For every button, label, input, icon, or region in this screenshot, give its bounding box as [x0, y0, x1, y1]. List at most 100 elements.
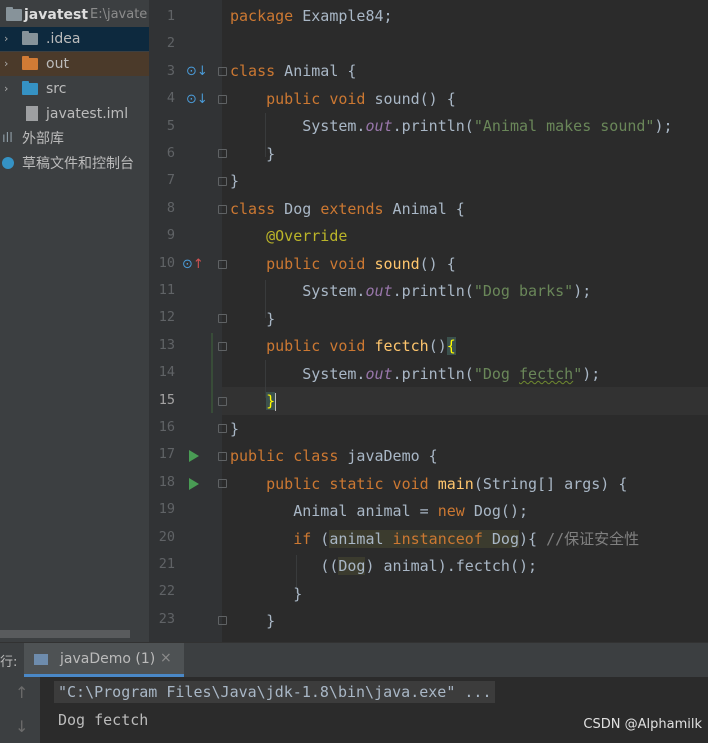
tree-item-scratches[interactable]: 草稿文件和控制台: [0, 152, 149, 176]
tree-item-label: javatest.iml: [46, 106, 129, 122]
line-number: 1: [166, 8, 175, 24]
code-line: class Dog extends Animal {: [230, 200, 465, 218]
chevron-right-icon[interactable]: ›: [4, 77, 14, 101]
instanceof-highlight: animal instanceof Dog: [329, 530, 519, 548]
folder-icon: [6, 7, 22, 21]
console-icon: [34, 654, 48, 665]
tree-item-external-libs[interactable]: ıll 外部库: [0, 127, 149, 151]
overriding-method-icon[interactable]: ⊙↑: [182, 257, 204, 272]
code-line: }: [266, 612, 276, 630]
overridden-method-icon[interactable]: ⊙↓: [186, 92, 208, 107]
file-icon: [26, 106, 38, 121]
code-line: public void fectch(){: [266, 337, 456, 355]
fold-icon[interactable]: [218, 479, 227, 488]
line-number: 12: [158, 309, 175, 326]
line-number: 19: [158, 501, 175, 518]
code-line: public class javaDemo {: [230, 447, 438, 465]
console-output[interactable]: "C:\Program Files\Java\jdk-1.8\bin\java.…: [40, 677, 708, 743]
fold-icon[interactable]: [218, 314, 227, 323]
run-main-icon[interactable]: [189, 478, 199, 490]
line-number: 15: [158, 391, 175, 408]
folder-icon: [22, 81, 38, 95]
fold-icon[interactable]: [218, 342, 227, 351]
tab-javademo[interactable]: javaDemo (1) ×: [24, 643, 184, 677]
fold-icon[interactable]: [218, 452, 227, 461]
tree-item-label: 草稿文件和控制台: [22, 156, 134, 172]
code-line: ((Dog) animal).fectch();: [320, 557, 538, 575]
code-line: System.out.println("Dog barks");: [302, 282, 592, 300]
fold-icon[interactable]: [218, 177, 227, 186]
fold-icon[interactable]: [218, 616, 227, 625]
code-line: }: [293, 585, 303, 603]
fold-icon[interactable]: [218, 397, 227, 406]
code-line: public void sound() {: [266, 255, 456, 273]
tree-item-label: out: [46, 56, 69, 72]
line-number: 17: [158, 446, 175, 463]
line-number: 18: [158, 473, 175, 490]
library-icon: ıll: [2, 131, 13, 146]
arrow-down-icon[interactable]: ↓: [15, 717, 28, 736]
code-line: }: [266, 145, 276, 163]
fold-icon[interactable]: [218, 149, 227, 158]
run-label: 行:: [0, 655, 18, 670]
code-line: package Example84;: [230, 7, 393, 25]
tree-item-label: 外部库: [22, 131, 64, 147]
line-number: 7: [166, 172, 175, 189]
fold-icon[interactable]: [218, 424, 227, 433]
console-output-line: Dog fectch: [58, 711, 149, 729]
run-panel: 行: javaDemo (1) × ↑ ↓ "C:\Program Files\…: [0, 642, 708, 743]
line-number: 6: [166, 145, 175, 161]
tree-item-label: src: [46, 81, 67, 97]
line-number: 8: [166, 199, 175, 216]
line-number: 16: [158, 419, 175, 435]
fold-icon[interactable]: [218, 260, 227, 269]
horizontal-scrollbar[interactable]: [0, 630, 130, 638]
arrow-up-icon[interactable]: ↑: [15, 683, 28, 702]
watermark: CSDN @Alphamilk: [583, 717, 702, 732]
code-line: }: [266, 310, 276, 328]
fold-icon[interactable]: [218, 67, 227, 76]
code-line: public void sound() {: [266, 90, 456, 108]
fold-icon[interactable]: [218, 205, 227, 214]
code-line: Animal animal = new Dog();: [293, 502, 529, 520]
overridden-method-icon[interactable]: ⊙↓: [186, 64, 208, 79]
text-cursor: [275, 392, 277, 411]
tab-label: javaDemo (1): [60, 651, 156, 667]
tree-item-idea[interactable]: › .idea: [0, 27, 149, 51]
line-number: 9: [166, 227, 175, 244]
folder-icon: [22, 31, 38, 45]
line-number: 21: [158, 556, 175, 572]
tree-item-src[interactable]: › src: [0, 77, 149, 101]
project-tree: ⌄ javatest E:\javate › .idea › out › src…: [0, 0, 149, 642]
line-number: 13: [158, 336, 175, 353]
tree-item-iml[interactable]: javatest.iml: [0, 102, 149, 126]
code-line: public static void main(String[] args) {: [266, 475, 628, 493]
chevron-right-icon[interactable]: ›: [4, 27, 14, 51]
run-tool-bar: 行: javaDemo (1) ×: [0, 643, 708, 677]
project-root[interactable]: ⌄ javatest E:\javate: [0, 3, 149, 27]
code-line: class Animal {: [230, 62, 357, 80]
line-number: 23: [158, 610, 175, 627]
code-line: System.out.println("Animal makes sound")…: [302, 117, 673, 135]
project-path: E:\javate: [90, 7, 148, 22]
line-number: 22: [158, 583, 175, 600]
code-line: }: [230, 420, 240, 438]
console-command: "C:\Program Files\Java\jdk-1.8\bin\java.…: [54, 681, 496, 703]
line-number: 20: [158, 528, 175, 545]
run-class-icon[interactable]: [189, 450, 199, 462]
folder-icon: [22, 56, 38, 70]
scratches-icon: [2, 157, 14, 169]
code-line: System.out.println("Dog fectch");: [302, 365, 601, 383]
line-number: 14: [158, 364, 175, 381]
tree-item-out[interactable]: › out: [0, 52, 149, 76]
line-number: 5: [166, 117, 175, 134]
code-line: }: [230, 172, 240, 190]
line-number: 3: [166, 62, 175, 79]
fold-icon[interactable]: [218, 95, 227, 104]
chevron-right-icon[interactable]: ›: [4, 52, 14, 76]
console-toolbar: ↑ ↓: [0, 677, 40, 743]
tree-item-label: .idea: [46, 31, 81, 47]
code-line: if (animal instanceof Dog){ //保证安全性: [293, 530, 640, 548]
close-icon[interactable]: ×: [160, 650, 172, 666]
project-name: javatest: [24, 7, 89, 23]
